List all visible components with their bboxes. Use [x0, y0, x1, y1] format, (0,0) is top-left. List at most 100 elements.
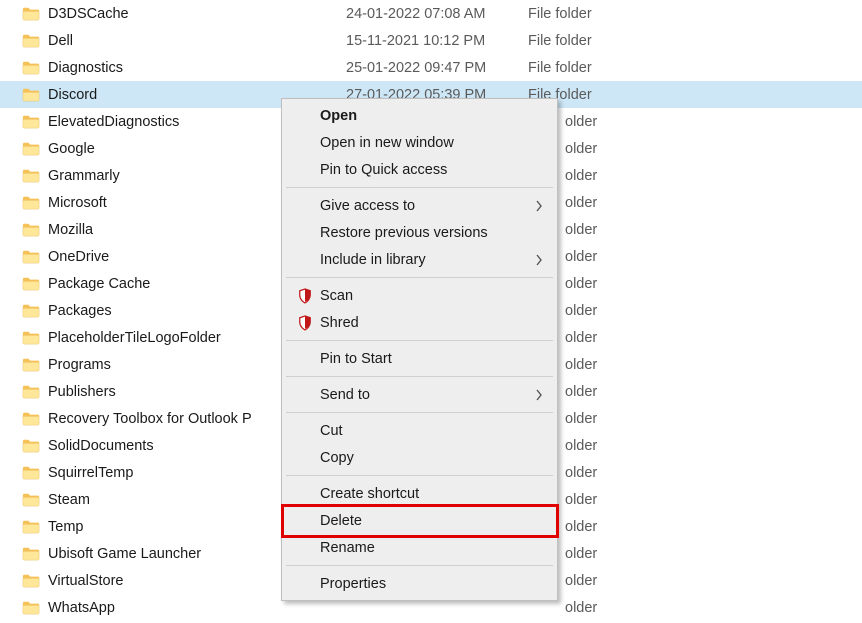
file-type: older: [528, 249, 745, 265]
folder-icon-cell: [18, 249, 44, 265]
menu-item-send-to[interactable]: Send to: [284, 381, 555, 408]
folder-icon-cell: [18, 492, 44, 508]
folder-icon: [22, 519, 40, 535]
menu-item-label: Copy: [320, 450, 543, 466]
folder-icon: [22, 465, 40, 481]
menu-item-scan[interactable]: Scan: [284, 282, 555, 309]
menu-item-delete[interactable]: Delete: [284, 507, 555, 534]
menu-item-label: Properties: [320, 576, 543, 592]
menu-item-label: Restore previous versions: [320, 225, 543, 241]
file-type: older: [528, 411, 745, 427]
folder-icon: [22, 60, 40, 76]
menu-separator: [286, 412, 553, 413]
submenu-chevron: [535, 199, 543, 213]
folder-icon: [22, 546, 40, 562]
folder-icon-cell: [18, 276, 44, 292]
folder-icon: [22, 168, 40, 184]
folder-icon: [22, 330, 40, 346]
chevron-right-icon: [535, 253, 543, 267]
menu-item-shred[interactable]: Shred: [284, 309, 555, 336]
menu-item-label: Delete: [320, 513, 543, 529]
menu-item-properties[interactable]: Properties: [284, 570, 555, 597]
folder-icon-cell: [18, 195, 44, 211]
folder-icon-cell: [18, 222, 44, 238]
folder-icon: [22, 114, 40, 130]
folder-icon-cell: [18, 546, 44, 562]
menu-item-label: Send to: [320, 387, 535, 403]
file-type: older: [528, 438, 745, 454]
menu-separator: [286, 277, 553, 278]
file-type: File folder: [528, 6, 708, 22]
folder-icon-cell: [18, 33, 44, 49]
folder-icon: [22, 492, 40, 508]
menu-item-label: Cut: [320, 423, 543, 439]
folder-icon-cell: [18, 465, 44, 481]
menu-item-open-in-new-window[interactable]: Open in new window: [284, 129, 555, 156]
chevron-right-icon: [535, 199, 543, 213]
folder-icon: [22, 600, 40, 616]
folder-icon: [22, 384, 40, 400]
menu-item-create-shortcut[interactable]: Create shortcut: [284, 480, 555, 507]
menu-item-pin-to-quick-access[interactable]: Pin to Quick access: [284, 156, 555, 183]
file-type: File folder: [528, 60, 708, 76]
file-row[interactable]: D3DSCache24-01-2022 07:08 AMFile folder: [0, 0, 862, 27]
file-date: 15-11-2021 10:12 PM: [346, 33, 528, 49]
file-type: older: [528, 600, 745, 616]
file-date: 25-01-2022 09:47 PM: [346, 60, 528, 76]
folder-icon-cell: [18, 303, 44, 319]
file-row[interactable]: Diagnostics25-01-2022 09:47 PMFile folde…: [0, 54, 862, 81]
menu-item-cut[interactable]: Cut: [284, 417, 555, 444]
file-date: 24-01-2022 07:08 AM: [346, 6, 528, 22]
file-type: older: [528, 573, 745, 589]
menu-item-label: Open: [320, 108, 543, 124]
menu-item-pin-to-start[interactable]: Pin to Start: [284, 345, 555, 372]
menu-item-open[interactable]: Open: [284, 102, 555, 129]
folder-icon: [22, 141, 40, 157]
folder-icon-cell: [18, 6, 44, 22]
context-menu[interactable]: Open Open in new window Pin to Quick acces…: [281, 98, 558, 601]
folder-icon-cell: [18, 573, 44, 589]
file-type: older: [528, 168, 745, 184]
folder-icon-cell: [18, 168, 44, 184]
file-type: older: [528, 546, 745, 562]
folder-icon-cell: [18, 411, 44, 427]
menu-separator: [286, 376, 553, 377]
menu-item-label: Give access to: [320, 198, 535, 214]
menu-item-include-in-library[interactable]: Include in library: [284, 246, 555, 273]
folder-icon-cell: [18, 384, 44, 400]
menu-item-label: Pin to Quick access: [320, 162, 543, 178]
file-row[interactable]: Dell15-11-2021 10:12 PMFile folder: [0, 27, 862, 54]
menu-item-label: Pin to Start: [320, 351, 543, 367]
folder-icon: [22, 87, 40, 103]
menu-item-icon: [298, 288, 318, 304]
menu-item-label: Open in new window: [320, 135, 543, 151]
file-name: Dell: [44, 33, 346, 49]
file-type: older: [528, 384, 745, 400]
file-type: older: [528, 519, 745, 535]
mcafee-shield-icon: [298, 288, 312, 304]
folder-icon-cell: [18, 330, 44, 346]
file-type: older: [528, 330, 745, 346]
menu-item-rename[interactable]: Rename: [284, 534, 555, 561]
menu-item-label: Create shortcut: [320, 486, 543, 502]
folder-icon-cell: [18, 438, 44, 454]
folder-icon: [22, 357, 40, 373]
folder-icon: [22, 222, 40, 238]
file-name: D3DSCache: [44, 6, 346, 22]
file-type: older: [528, 357, 745, 373]
file-type: older: [528, 114, 745, 130]
folder-icon-cell: [18, 141, 44, 157]
file-type: older: [528, 492, 745, 508]
menu-item-copy[interactable]: Copy: [284, 444, 555, 471]
folder-icon: [22, 249, 40, 265]
folder-icon: [22, 276, 40, 292]
menu-item-restore-previous-versions[interactable]: Restore previous versions: [284, 219, 555, 246]
folder-icon: [22, 411, 40, 427]
folder-icon-cell: [18, 600, 44, 616]
menu-item-give-access-to[interactable]: Give access to: [284, 192, 555, 219]
folder-icon-cell: [18, 87, 44, 103]
chevron-right-icon: [535, 388, 543, 402]
folder-icon-cell: [18, 519, 44, 535]
folder-icon-cell: [18, 60, 44, 76]
menu-separator: [286, 565, 553, 566]
